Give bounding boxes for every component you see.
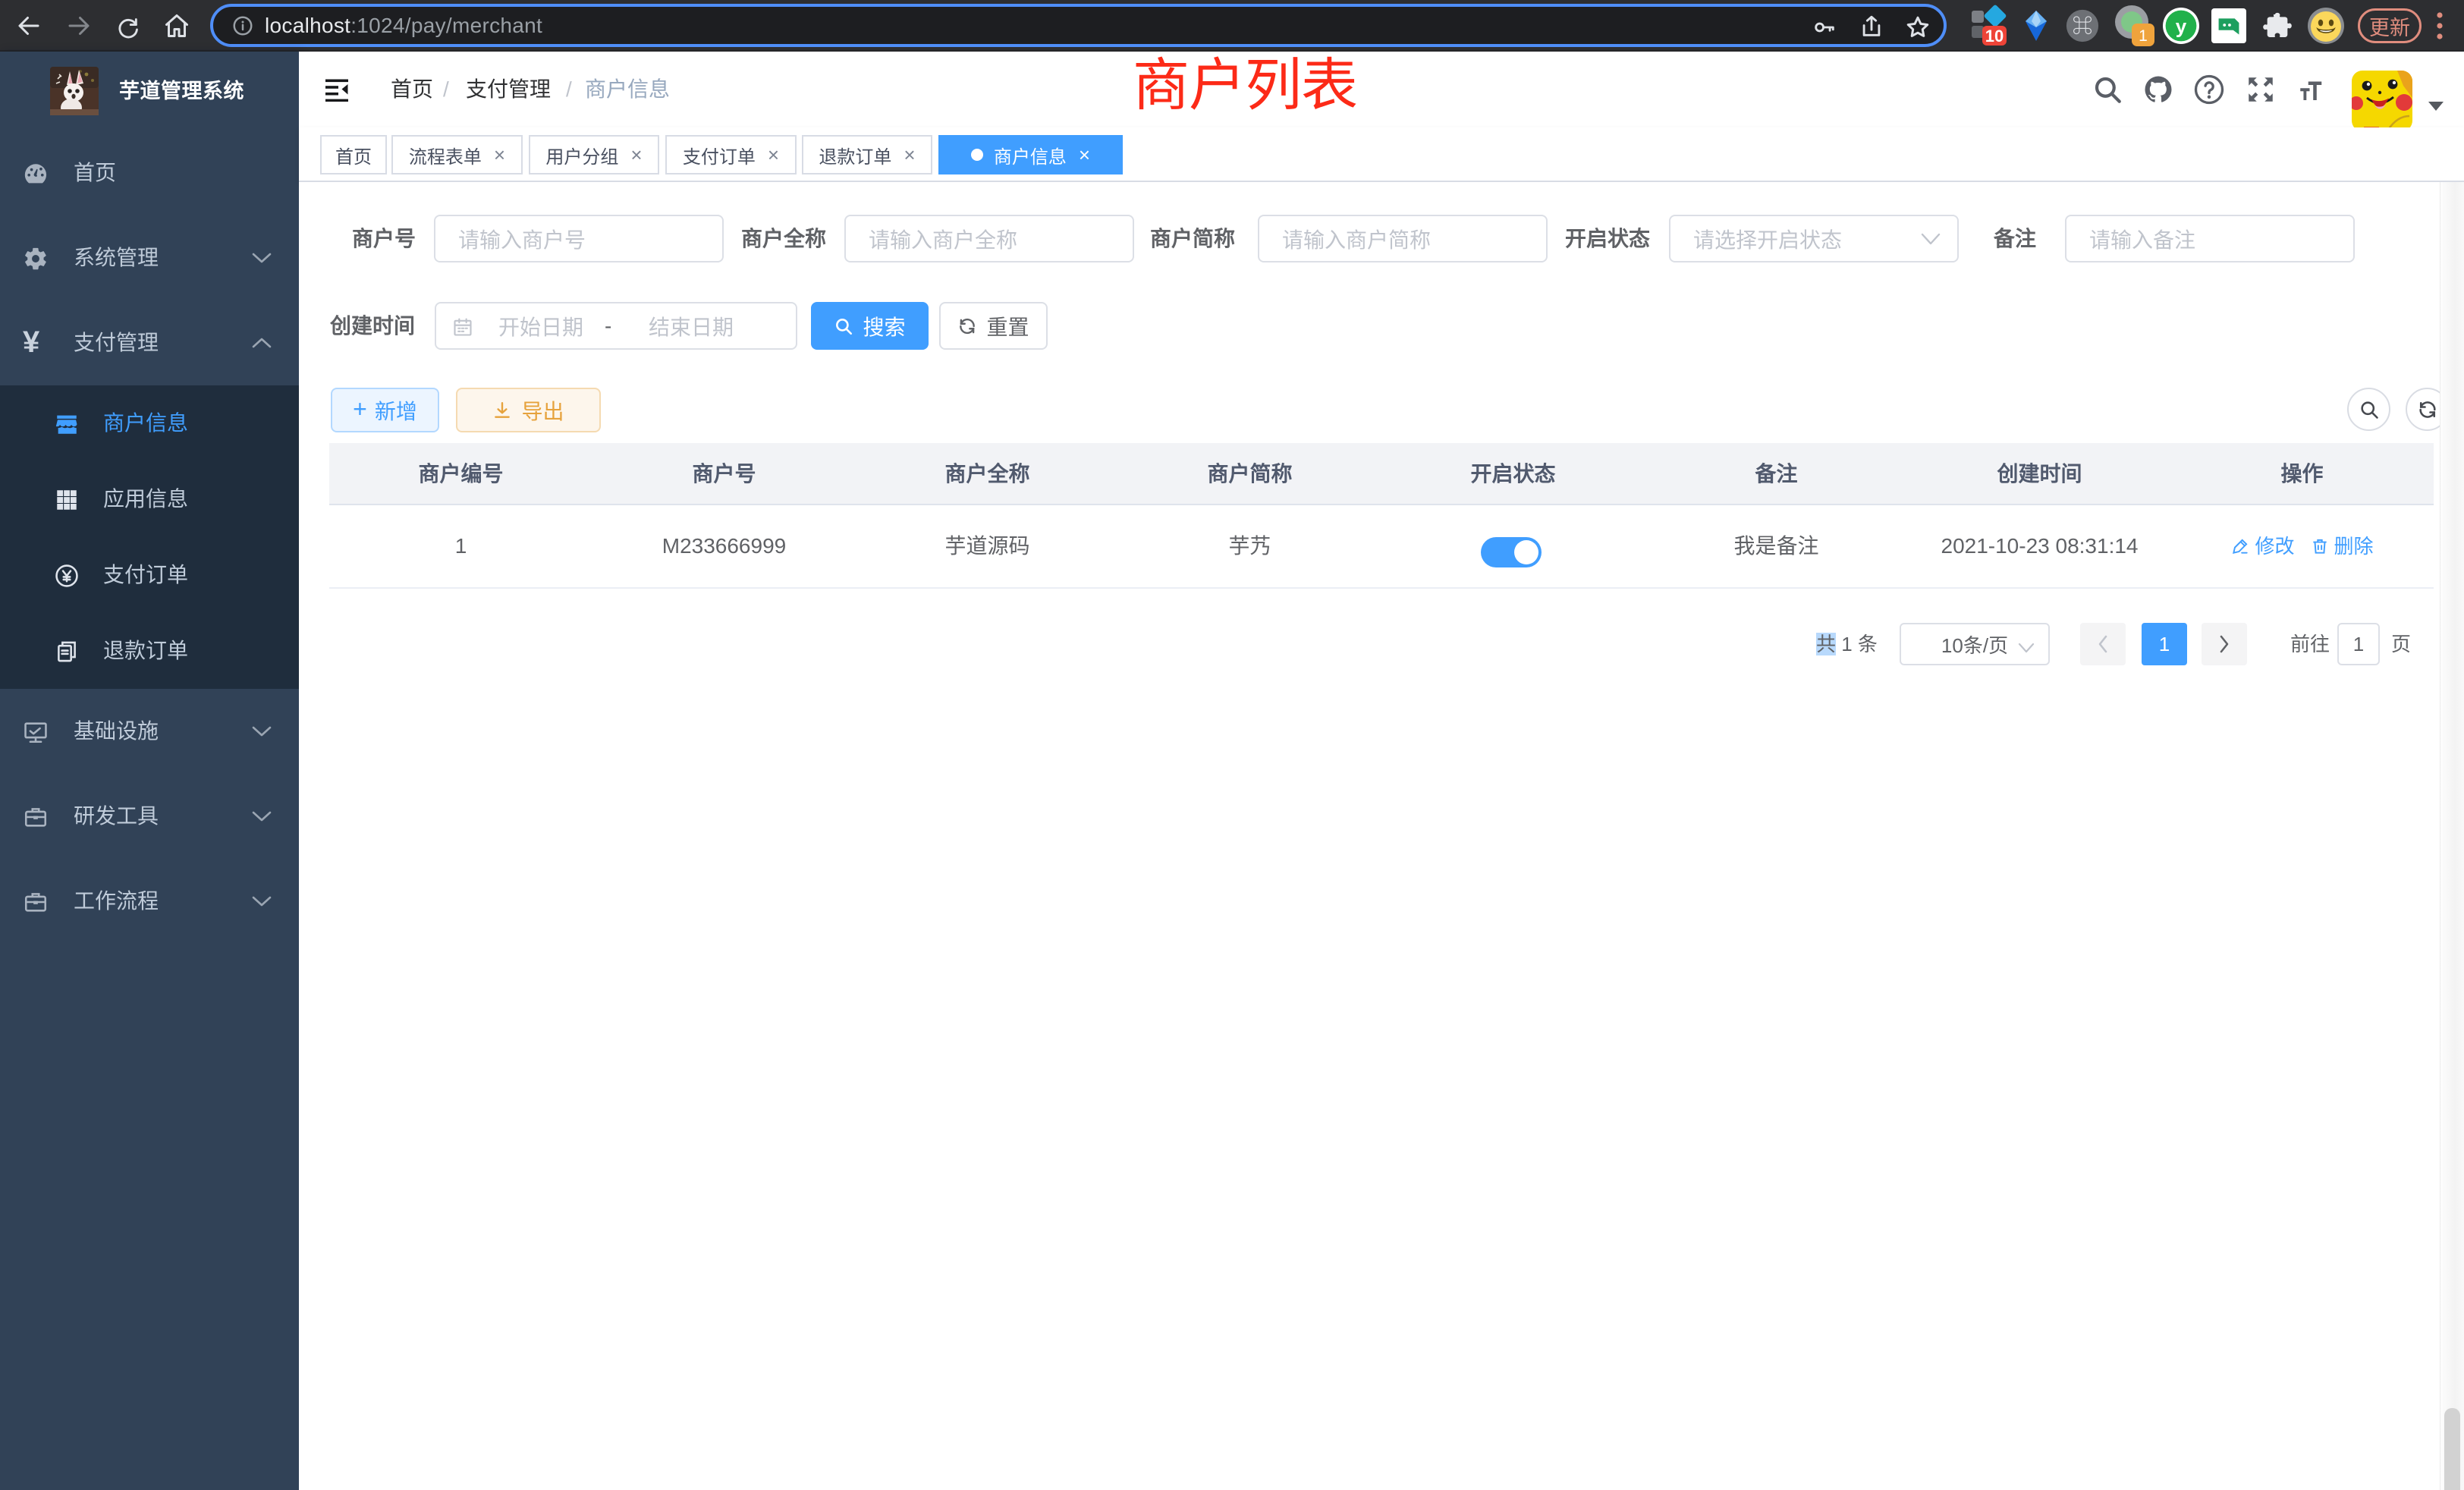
svg-text:y: y	[2176, 15, 2187, 38]
svg-text:⌘: ⌘	[2073, 15, 2093, 38]
svg-text:10: 10	[1985, 27, 2004, 46]
svg-text:1: 1	[2139, 27, 2148, 45]
